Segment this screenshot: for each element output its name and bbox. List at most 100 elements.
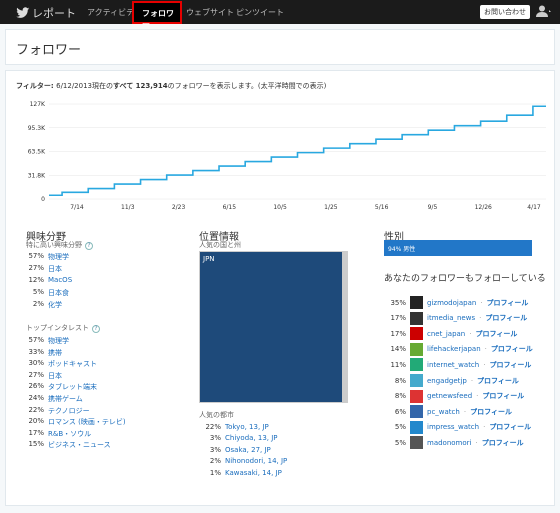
top-interest-link[interactable]: 携帯ゲーム <box>48 394 83 404</box>
interest-row: 2% 化学 <box>16 300 62 310</box>
interest-pct: 5% <box>32 288 44 296</box>
profile-link[interactable]: プロフィール <box>482 438 524 448</box>
x-tick-label: 1/25 <box>324 204 338 211</box>
account-name-link[interactable]: internet_watch <box>427 361 479 369</box>
profile-link[interactable]: プロフィール <box>487 298 529 308</box>
profile-link[interactable]: プロフィール <box>485 313 527 323</box>
account-name-link[interactable]: impress_watch <box>427 423 479 431</box>
interest-link[interactable]: 化学 <box>48 300 62 310</box>
account-avatar[interactable] <box>410 342 423 356</box>
also-follow-pct: 14% <box>390 345 406 354</box>
also-follow-pct: 5% <box>394 423 406 432</box>
profile-link[interactable]: プロフィール <box>475 329 517 339</box>
top-interest-row: 27% 日本 <box>16 371 62 381</box>
tab-pinned-tweets[interactable]: ピンツイート <box>236 7 284 18</box>
account-name-link[interactable]: getnewsfeed <box>427 392 472 400</box>
top-interest-link[interactable]: ポッドキャスト <box>48 359 97 369</box>
account-name-link[interactable]: itmedia_news <box>427 314 475 322</box>
city-link[interactable]: Chiyoda, 13, JP <box>225 434 278 442</box>
followers-panel: フィルター: 6/12/2013現在のすべて 123,914のフォロワーを表示し… <box>5 70 555 506</box>
account-name-link[interactable]: gizmodojapan <box>427 299 476 307</box>
city-link[interactable]: Osaka, 27, JP <box>225 446 271 454</box>
profile-link[interactable]: プロフィール <box>470 407 512 417</box>
user-icon <box>536 5 551 17</box>
account-name-link[interactable]: madonomori <box>427 439 471 447</box>
country-label: JPN <box>203 255 215 263</box>
x-tick-label: 7/14 <box>70 204 84 211</box>
top-interest-link[interactable]: 携帯 <box>48 348 62 358</box>
interests-subtitle: 特に高い興味分野? <box>26 240 93 250</box>
also-follow-pct: 6% <box>394 407 406 416</box>
profile-link[interactable]: プロフィール <box>489 360 531 370</box>
separator: · <box>480 298 483 307</box>
brand-label: レポート <box>32 7 76 20</box>
account-avatar[interactable] <box>410 405 423 419</box>
city-link[interactable]: Tokyo, 13, JP <box>225 423 269 431</box>
account-name-link[interactable]: engadgetjp <box>427 377 467 385</box>
account-avatar[interactable] <box>410 311 423 325</box>
also-follow-row: 35% gizmodojapan · プロフィール <box>384 296 528 309</box>
account-name-link[interactable]: pc_watch <box>427 408 460 416</box>
cities-title: 人気の都市 <box>199 411 234 419</box>
location-subtitle: 人気の国と州 <box>199 241 241 249</box>
top-interest-link[interactable]: テクノロジー <box>48 406 90 416</box>
interest-link[interactable]: 物理学 <box>48 252 69 262</box>
also-follow-row: 11% internet_watch · プロフィール <box>384 358 531 372</box>
account-avatar[interactable] <box>410 358 423 372</box>
account-avatar[interactable] <box>410 296 423 309</box>
interest-row: 12% MacOS <box>16 276 72 284</box>
top-interest-pct: 22% <box>28 405 44 414</box>
also-follow-pct: 8% <box>394 392 406 401</box>
tab-followers[interactable]: フォロワー <box>132 1 182 29</box>
top-interest-link[interactable]: R&B・ソウル <box>48 429 91 439</box>
top-interest-pct: 57% <box>28 336 44 344</box>
x-tick-label: 11/3 <box>121 204 135 211</box>
account-avatar[interactable] <box>410 420 423 434</box>
account-name-link[interactable]: cnet_japan <box>427 330 465 338</box>
profile-link[interactable]: プロフィール <box>482 391 524 401</box>
top-interest-link[interactable]: 物理学 <box>48 336 69 346</box>
separator: · <box>469 329 472 338</box>
tab-followers-label: フォロワー <box>142 9 174 29</box>
profile-link[interactable]: プロフィール <box>491 344 533 354</box>
filter-label: フィルター: <box>16 82 57 90</box>
interest-link[interactable]: MacOS <box>48 276 72 284</box>
profile-link[interactable]: プロフィール <box>489 422 531 432</box>
city-pct: 2% <box>209 457 221 466</box>
y-tick-label: 63.5K <box>28 149 46 156</box>
x-tick-label: 5/16 <box>375 204 389 211</box>
account-name-link[interactable]: lifehackerjapan <box>427 345 481 353</box>
top-interest-link[interactable]: ビジネス・ニュース <box>48 440 111 450</box>
brand-link[interactable]: レポート <box>16 5 76 21</box>
y-tick-label: 0 <box>41 196 45 203</box>
interest-pct: 27% <box>28 264 44 272</box>
account-avatar[interactable] <box>410 436 423 450</box>
city-link[interactable]: Kawasaki, 14, JP <box>225 469 282 477</box>
also-follow-row: 5% impress_watch · プロフィール <box>384 420 531 434</box>
tab-websites[interactable]: ウェブサイト <box>186 7 234 18</box>
x-tick-label: 9/5 <box>428 204 438 211</box>
filter-bold: すべて 123,914 <box>113 82 168 90</box>
also-follow-pct: 8% <box>394 376 406 385</box>
interest-pct: 57% <box>28 252 44 260</box>
profile-link[interactable]: プロフィール <box>477 376 519 386</box>
account-avatar[interactable] <box>410 389 423 403</box>
account-avatar[interactable] <box>410 374 423 387</box>
separator: · <box>479 314 482 323</box>
interest-link[interactable]: 日本食 <box>48 288 69 298</box>
top-interest-link[interactable]: 日本 <box>48 371 62 381</box>
help-icon[interactable]: ? <box>85 242 93 250</box>
x-tick-label: 6/15 <box>223 204 237 211</box>
followers-line-chart: 127K 95.3K 63.5K 31.8K 0 7/14 11/3 2/23 6/15 10/5… <box>28 101 546 211</box>
contact-button[interactable]: お問い合わせ <box>480 5 530 19</box>
account-avatar[interactable] <box>410 327 423 341</box>
top-interest-row: 26% タブレット端末 <box>16 382 97 392</box>
city-link[interactable]: Nihonodori, 14, JP <box>225 457 287 465</box>
country-map[interactable]: JPN <box>199 251 348 403</box>
interest-link[interactable]: 日本 <box>48 264 62 274</box>
user-menu[interactable] <box>536 5 556 19</box>
help-icon[interactable]: ? <box>92 325 100 333</box>
top-interest-link[interactable]: ロマンス (映画・テレビ) <box>48 417 126 427</box>
top-interest-link[interactable]: タブレット端末 <box>48 382 97 392</box>
scrollbar[interactable] <box>342 252 347 402</box>
